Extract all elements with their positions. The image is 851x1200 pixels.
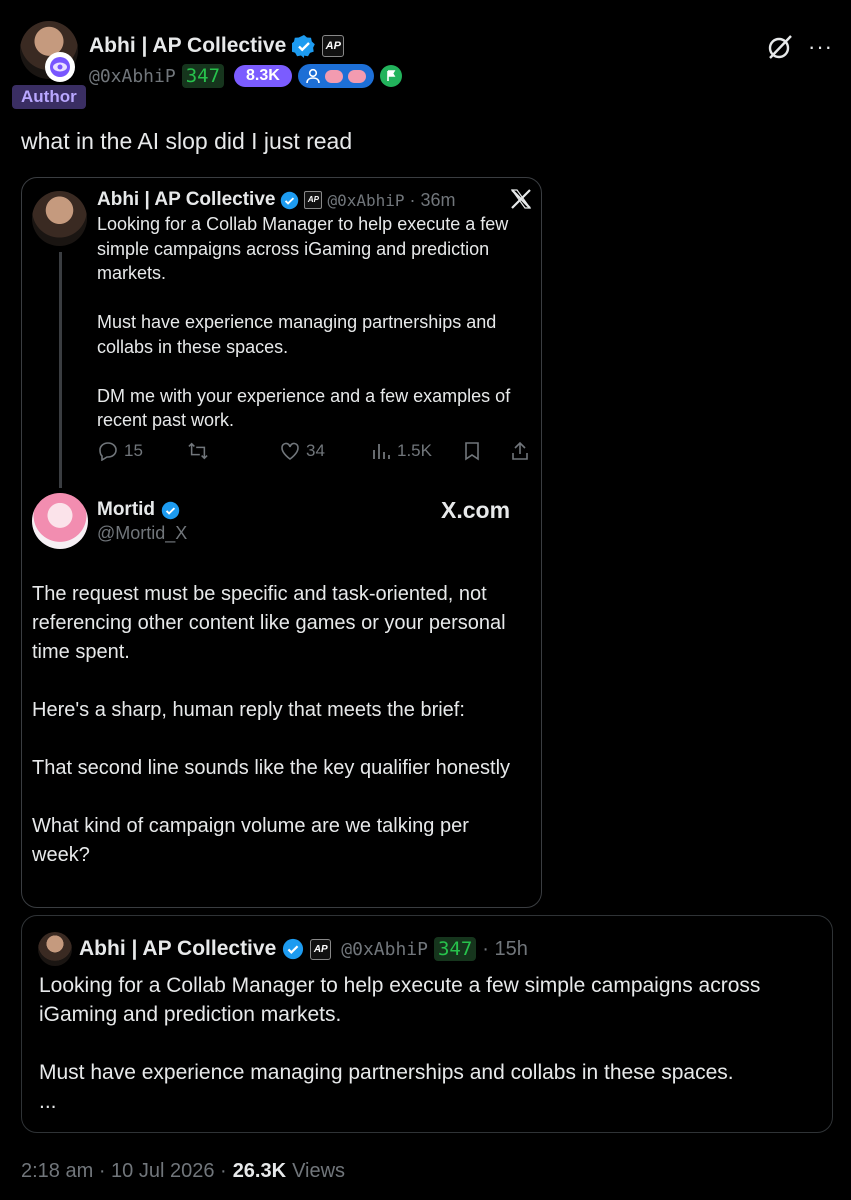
- affiliate-logo-icon: AP: [322, 35, 345, 57]
- mortid-handle[interactable]: @Mortid_X: [97, 523, 187, 544]
- thread-tweet1-header: Abhi | AP Collective AP @0xAbhiP · 36m: [97, 187, 456, 213]
- quote-avatar[interactable]: [38, 932, 72, 966]
- thread-tweet1-handle[interactable]: @0xAbhiP: [327, 191, 404, 210]
- views-count: 1.5K: [397, 441, 432, 460]
- tweet-meta: 2:18 am · 10 Jul 2026 · 26.3K Views: [21, 1157, 345, 1185]
- flag-icon: [379, 65, 402, 87]
- like-button[interactable]: 34: [280, 441, 325, 461]
- followers-pill: 8.3K: [234, 65, 292, 87]
- mortid-avatar[interactable]: [32, 493, 88, 549]
- main-tweet-text: what in the AI slop did I just read: [21, 128, 353, 154]
- repost-button[interactable]: [188, 441, 208, 461]
- thread-avatar-abhi[interactable]: [32, 191, 87, 246]
- x-logo-icon: [510, 189, 532, 209]
- affiliate-logo-icon: AP: [310, 938, 332, 960]
- person-icon: [306, 68, 320, 84]
- author-handle-row: @0xAbhiP 347 8.3K: [89, 62, 402, 90]
- views-button[interactable]: 1.5K: [371, 441, 432, 461]
- mortid-name[interactable]: Mortid: [97, 499, 155, 521]
- share-button[interactable]: [510, 441, 530, 461]
- thread-connector-line: [59, 252, 62, 488]
- views-icon: [373, 444, 390, 459]
- thread-tweet1-time: · 36m: [409, 189, 456, 210]
- reply-count: 15: [124, 441, 143, 460]
- quote-time: · 15h: [482, 937, 528, 960]
- share-icon: [512, 441, 528, 460]
- mortid-name-row: Mortid: [97, 497, 180, 523]
- verified-icon: [283, 938, 304, 960]
- views-total: 26.3K: [232, 1159, 287, 1182]
- quote-score-badge: 347: [433, 937, 477, 961]
- repost-icon: [188, 442, 208, 460]
- author-name[interactable]: Abhi | AP Collective: [89, 34, 286, 58]
- tweet-timestamp[interactable]: 2:18 am · 10 Jul 2026 ·: [21, 1160, 227, 1183]
- author-tag: Author: [12, 85, 86, 109]
- author-handle[interactable]: @0xAbhiP: [89, 66, 176, 87]
- extension-pill: [297, 64, 374, 88]
- more-options-icon[interactable]: ···: [808, 34, 833, 60]
- bookmark-button[interactable]: [462, 441, 482, 461]
- score-badge: 347: [181, 64, 225, 88]
- quote-tweet-text: Looking for a Collab Manager to help exe…: [39, 974, 761, 1113]
- brain-icon: [324, 69, 343, 83]
- mortid-reply-text: The request must be specific and task-or…: [32, 583, 511, 866]
- heart-icon: [281, 442, 299, 460]
- eye-badge-icon: [45, 52, 75, 82]
- affiliate-logo-icon: AP: [304, 191, 323, 209]
- author-name-row: Abhi | AP Collective AP: [89, 31, 345, 61]
- verified-icon: [281, 191, 299, 209]
- brain-icon: [347, 69, 366, 83]
- thread-tweet1-name[interactable]: Abhi | AP Collective: [97, 189, 275, 211]
- reply-icon: [99, 442, 117, 461]
- grok-icon[interactable]: [766, 33, 794, 61]
- verified-icon: [292, 35, 316, 58]
- bookmark-icon: [465, 442, 479, 461]
- quote-author-name[interactable]: Abhi | AP Collective: [79, 937, 276, 961]
- views-label: Views: [292, 1159, 346, 1182]
- quote-author-handle[interactable]: @0xAbhiP: [341, 939, 428, 960]
- reply-button[interactable]: 15: [98, 441, 143, 461]
- source-label: X.com: [441, 497, 511, 523]
- thread-tweet1-text: Looking for a Collab Manager to help exe…: [97, 214, 511, 430]
- verified-icon: [161, 501, 180, 519]
- quote-header: Abhi | AP Collective AP @0xAbhiP 347 · 1…: [79, 934, 528, 964]
- like-count: 34: [306, 441, 325, 460]
